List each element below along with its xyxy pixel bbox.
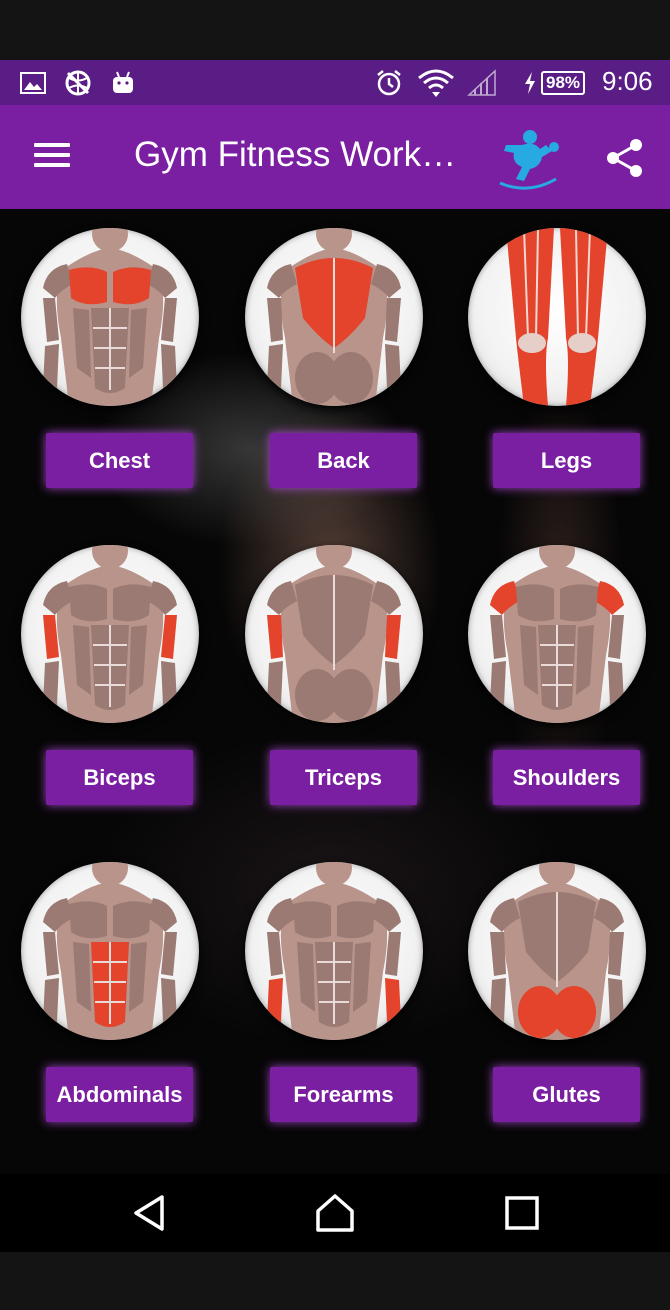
menu-button[interactable]	[30, 139, 74, 175]
share-icon	[607, 139, 642, 177]
navigation-bar	[0, 1174, 670, 1252]
glutes-button[interactable]: Glutes	[493, 1067, 640, 1122]
back-button[interactable]	[128, 1191, 172, 1235]
recents-icon	[505, 1196, 539, 1230]
hamburger-menu-icon	[34, 143, 70, 147]
alarm-icon	[372, 68, 406, 98]
share-button[interactable]	[604, 137, 646, 179]
muscle-grid: Chest Back Legs Biceps Triceps Shoulders Abdom…	[0, 209, 670, 1174]
status-bar: 98% 9:06	[0, 60, 670, 105]
muscle-tile-shoulders[interactable]: Shoulders	[461, 531, 651, 805]
biceps-button[interactable]: Biceps	[46, 750, 193, 805]
bottom-frame	[0, 1252, 670, 1310]
battery-indicator: 98%	[514, 68, 594, 98]
android-icon	[108, 68, 138, 98]
battery-level: 98%	[540, 71, 586, 95]
home-icon	[316, 1194, 354, 1232]
muscle-tile-glutes[interactable]: Glutes	[461, 848, 651, 1122]
glutes-muscle-image[interactable]	[468, 862, 646, 1040]
muscle-tile-biceps[interactable]: Biceps	[14, 531, 204, 805]
chest-muscle-image[interactable]	[21, 228, 199, 406]
home-button[interactable]	[313, 1191, 357, 1235]
shoulders-muscle-image[interactable]	[468, 545, 646, 723]
legs-button[interactable]: Legs	[493, 433, 640, 488]
muscle-tile-chest[interactable]: Chest	[14, 214, 204, 488]
recents-button[interactable]	[500, 1191, 544, 1235]
globe-icon	[62, 68, 94, 98]
forearms-muscle-image[interactable]	[245, 862, 423, 1040]
shoulders-button[interactable]: Shoulders	[493, 750, 640, 805]
charging-icon	[524, 72, 535, 94]
abdominals-muscle-image[interactable]	[21, 862, 199, 1040]
fitness-logo-icon	[494, 123, 562, 193]
biceps-muscle-image[interactable]	[21, 545, 199, 723]
muscle-tile-legs[interactable]: Legs	[461, 214, 651, 488]
muscle-tile-back[interactable]: Back	[238, 214, 428, 488]
muscle-tile-abdominals[interactable]: Abdominals	[14, 848, 204, 1122]
chest-button[interactable]: Chest	[46, 433, 193, 488]
muscle-tile-triceps[interactable]: Triceps	[238, 531, 428, 805]
image-icon	[18, 68, 48, 98]
top-frame	[0, 0, 670, 60]
app-title: Gym Fitness Work…	[134, 135, 457, 174]
muscle-tile-forearms[interactable]: Forearms	[238, 848, 428, 1122]
forearms-button[interactable]: Forearms	[270, 1067, 417, 1122]
triceps-button[interactable]: Triceps	[270, 750, 417, 805]
signal-icon	[466, 68, 498, 98]
legs-muscle-image[interactable]	[468, 228, 646, 406]
back-button[interactable]: Back	[270, 433, 417, 488]
clock: 9:06	[602, 66, 653, 96]
wifi-icon	[416, 68, 456, 98]
abdominals-button[interactable]: Abdominals	[46, 1067, 193, 1122]
back-muscle-image[interactable]	[245, 228, 423, 406]
triceps-muscle-image[interactable]	[245, 545, 423, 723]
app-bar: Gym Fitness Work…	[0, 105, 670, 209]
back-icon	[134, 1195, 164, 1231]
